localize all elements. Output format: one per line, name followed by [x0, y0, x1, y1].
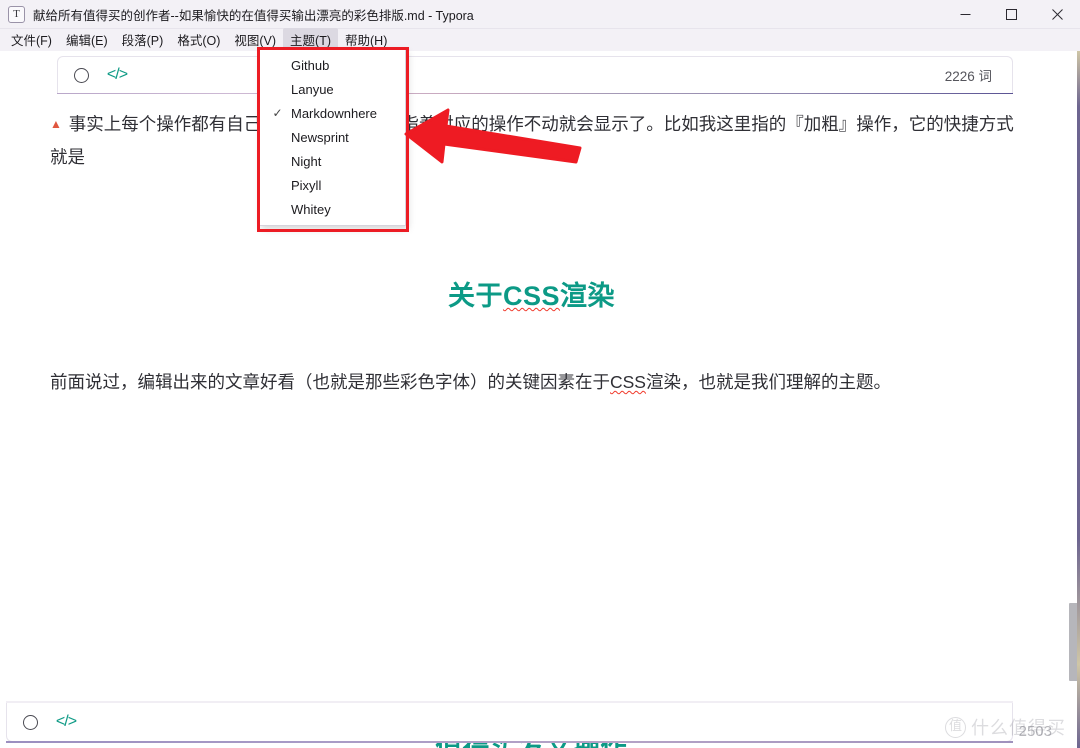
theme-dropdown-menu[interactable]: Github Lanyue ✓ Markdownhere Newsprint N… [259, 49, 406, 226]
outline-toggle-button-bottom[interactable] [17, 709, 43, 735]
code-icon: </> [106, 66, 128, 83]
source-code-toggle-button[interactable]: </> [104, 62, 130, 88]
document-content[interactable]: ▲ 事实上每个操作都有自己的快捷方式，鼠标指着对应的操作不动就会显示了。比如我这… [0, 94, 1063, 748]
watermark-number: 2503 [1018, 723, 1052, 740]
menu-item-file[interactable]: 文件(F) [4, 28, 59, 52]
theme-menu-item-pixyll[interactable]: Pixyll [260, 173, 405, 197]
minimize-button[interactable] [942, 0, 988, 29]
heading-css-spell-error: CSS [502, 281, 561, 311]
watermark-badge-icon: 值 [945, 716, 966, 738]
paragraph-css-intro[interactable]: 前面说过，编辑出来的文章好看（也就是那些彩色字体）的关键因素在于CSS渲染，也就… [50, 366, 1015, 399]
heading-about-css-rendering[interactable]: 关于CSS渲染 [0, 274, 1063, 313]
paragraph-shortcuts[interactable]: ▲ 事实上每个操作都有自己的快捷方式，鼠标指着对应的操作不动就会显示了。比如我这… [50, 108, 1030, 174]
theme-menu-item-label: Markdownhere [291, 105, 377, 121]
circle-icon [73, 67, 89, 83]
theme-menu-item-newsprint[interactable]: Newsprint [260, 125, 405, 149]
paragraph-2-part2: 渲染，也就是我们理解的主题。 [645, 372, 891, 392]
theme-menu-item-label: Github [291, 57, 330, 73]
window-title: 献给所有值得买的创作者--如果愉快的在值得买输出漂亮的彩色排版.md - Typ… [33, 8, 474, 23]
word-count-label[interactable]: 2226 词 [945, 65, 992, 85]
theme-menu-item-whitey[interactable]: Whitey [260, 197, 405, 221]
code-icon: </> [55, 713, 77, 730]
theme-menu-item-label: Whitey [291, 201, 331, 217]
theme-menu-item-markdownhere[interactable]: ✓ Markdownhere [260, 101, 405, 125]
heading-css-part2: 渲染 [560, 281, 616, 311]
paragraph-2-part1: 前面说过，编辑出来的文章好看（也就是那些彩色字体）的关键因素在于 [50, 372, 610, 392]
top-floating-toolbar: </> 2226 词 [57, 56, 1013, 95]
theme-menu-item-github[interactable]: Github [260, 53, 405, 77]
paragraph-2-spell-error: CSS [610, 372, 646, 392]
menu-item-paragraph[interactable]: 段落(P) [115, 28, 171, 52]
menu-bar: 文件(F) 编辑(E) 段落(P) 格式(O) 视图(V) 主题(T) 帮助(H… [0, 28, 1080, 52]
window-controls [942, 0, 1080, 29]
title-bar: T 献给所有值得买的创作者--如果愉快的在值得买输出漂亮的彩色排版.md - T… [0, 0, 1080, 29]
outline-toggle-button[interactable] [68, 62, 94, 88]
theme-menu-item-label: Lanyue [291, 81, 334, 97]
menu-item-edit[interactable]: 编辑(E) [59, 28, 115, 52]
triangle-bullet-icon: ▲ [50, 117, 62, 131]
theme-menu-item-label: Pixyll [291, 177, 322, 193]
close-button[interactable] [1034, 0, 1080, 29]
bottom-floating-statusbar: </> [6, 701, 1013, 743]
editor-body: </> 2226 词 ▲ 事实上每个操作都有自己的快捷方式，鼠标指着对应的操作不… [0, 51, 1080, 748]
circle-icon [22, 714, 38, 730]
source-code-toggle-button-bottom[interactable]: </> [53, 709, 79, 735]
theme-menu-item-lanyue[interactable]: Lanyue [260, 77, 405, 101]
maximize-button[interactable] [988, 0, 1034, 29]
check-icon: ✓ [272, 106, 283, 120]
theme-menu-item-label: Newsprint [291, 129, 349, 145]
typora-window: T 献给所有值得买的创作者--如果愉快的在值得买输出漂亮的彩色排版.md - T… [0, 0, 1080, 748]
paragraph-1-before: 事实上每个操作都有 [63, 114, 227, 134]
theme-menu-item-night[interactable]: Night [260, 149, 405, 173]
app-icon: T [8, 5, 25, 23]
theme-menu-item-label: Night [291, 153, 322, 169]
heading-css-part1: 关于 [447, 281, 503, 311]
menu-item-format[interactable]: 格式(O) [170, 28, 227, 52]
